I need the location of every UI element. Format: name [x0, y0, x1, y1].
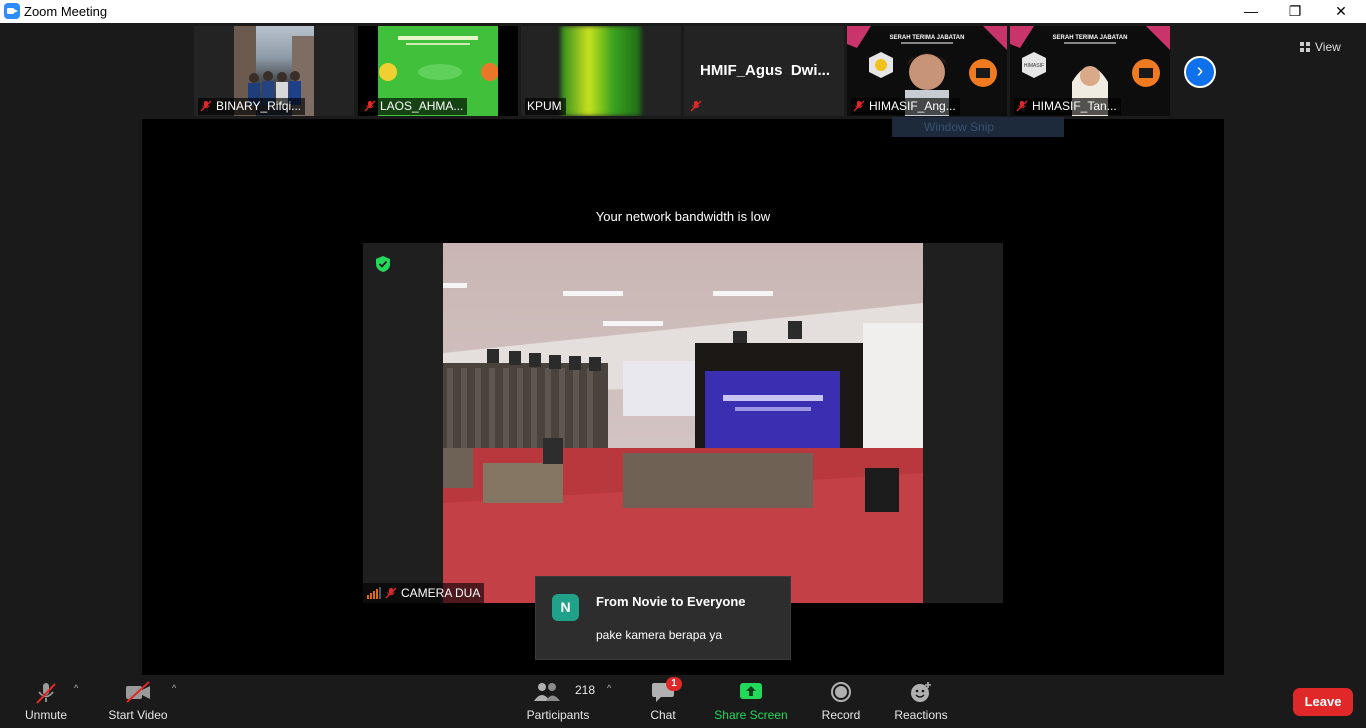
signal-strength-icon	[367, 587, 381, 599]
active-speaker-video[interactable]: CAMERA DUA	[363, 243, 1003, 603]
participant-tile[interactable]: SERAH TERIMA JABATAN HIMASIF HIMASIF_Tan…	[1010, 26, 1170, 116]
record-icon	[831, 682, 851, 702]
mic-muted-icon	[364, 100, 376, 112]
window-title: Zoom Meeting	[24, 4, 108, 19]
participants-button[interactable]: 218 Participants	[522, 675, 596, 728]
participant-name-label: LAOS_AHMA...	[362, 98, 468, 115]
participant-name-label: CAMERA DUA	[363, 583, 485, 603]
seal-text: HIMASIF	[1024, 63, 1044, 69]
avatar: N	[552, 594, 579, 621]
chat-sender: From Novie to Everyone	[596, 594, 746, 609]
view-button[interactable]: View	[1300, 37, 1360, 57]
start-video-button[interactable]: Start Video	[104, 675, 172, 728]
banner-title-text: SERAH TERIMA JABATAN	[1053, 35, 1128, 41]
meeting-toolbar: Unmute ^ Start Video ^ 218 Participants …	[0, 675, 1366, 728]
mic-muted-icon	[385, 587, 397, 599]
close-button[interactable]: ✕	[1318, 0, 1364, 23]
participants-options-caret[interactable]: ^	[607, 683, 611, 693]
participant-name-title: HMIF_Agus Dwi...	[700, 62, 831, 79]
participant-name-label: KPUM	[525, 98, 566, 115]
minimize-button[interactable]: —	[1228, 0, 1274, 23]
gallery-strip: BINARY_Rifqi... LAOS_AHMA... KPUM HMIF_A…	[0, 26, 1366, 118]
window-snip-overlay: Window Snip	[892, 117, 1064, 137]
zoom-logo-icon	[4, 3, 20, 19]
participant-tile[interactable]: BINARY_Rifqi...	[194, 26, 354, 116]
participant-name-label	[688, 98, 710, 115]
title-bar: Zoom Meeting — ❐ ✕	[0, 0, 1366, 23]
participant-tile[interactable]: SERAH TERIMA JABATAN HIMASIF_Ang...	[847, 26, 1007, 116]
camera-feed-image	[443, 243, 923, 603]
participant-name-label: HIMASIF_Ang...	[851, 98, 960, 115]
mic-muted-icon	[853, 100, 865, 112]
mic-muted-icon	[200, 100, 212, 112]
participant-name-label: BINARY_Rifqi...	[198, 98, 306, 115]
video-off-icon	[126, 681, 150, 703]
network-notice: Your network bandwidth is low	[595, 209, 771, 224]
mic-muted-icon	[1016, 100, 1028, 112]
chat-unread-badge: 1	[666, 677, 682, 691]
chevron-right-icon: ›	[1196, 60, 1204, 82]
participant-tile[interactable]: KPUM	[521, 26, 681, 116]
participant-tile[interactable]: LAOS_AHMA...	[358, 26, 518, 116]
reactions-smiley-icon	[911, 682, 931, 702]
auditorium-photo	[443, 243, 923, 603]
chat-message: pake kamera berapa ya	[596, 628, 723, 642]
share-screen-button[interactable]: Share Screen	[712, 675, 790, 728]
participant-video	[561, 26, 641, 116]
share-screen-icon	[740, 683, 762, 699]
chat-notification[interactable]: N From Novie to Everyone pake kamera ber…	[535, 576, 791, 660]
participants-icon	[534, 683, 561, 701]
restore-button[interactable]: ❐	[1272, 0, 1318, 23]
next-page-button[interactable]: ›	[1184, 56, 1216, 88]
encryption-shield-icon	[376, 256, 390, 272]
participant-name-label: HIMASIF_Tan...	[1014, 98, 1121, 115]
meeting-area: BINARY_Rifqi... LAOS_AHMA... KPUM HMIF_A…	[0, 23, 1366, 675]
leave-button[interactable]: Leave	[1293, 688, 1353, 716]
participant-count: 218	[575, 683, 596, 697]
unmute-button[interactable]: Unmute	[15, 675, 77, 728]
record-button[interactable]: Record	[815, 675, 867, 728]
mic-muted-icon	[690, 100, 702, 112]
grid-view-icon	[1300, 42, 1310, 52]
participant-tile[interactable]: HMIF_Agus Dwi...	[684, 26, 844, 116]
video-options-caret[interactable]: ^	[172, 683, 176, 693]
mic-muted-icon	[36, 683, 56, 704]
banner-title-text: SERAH TERIMA JABATAN	[890, 35, 965, 41]
audio-options-caret[interactable]: ^	[74, 683, 78, 693]
reactions-button[interactable]: Reactions	[890, 675, 952, 728]
